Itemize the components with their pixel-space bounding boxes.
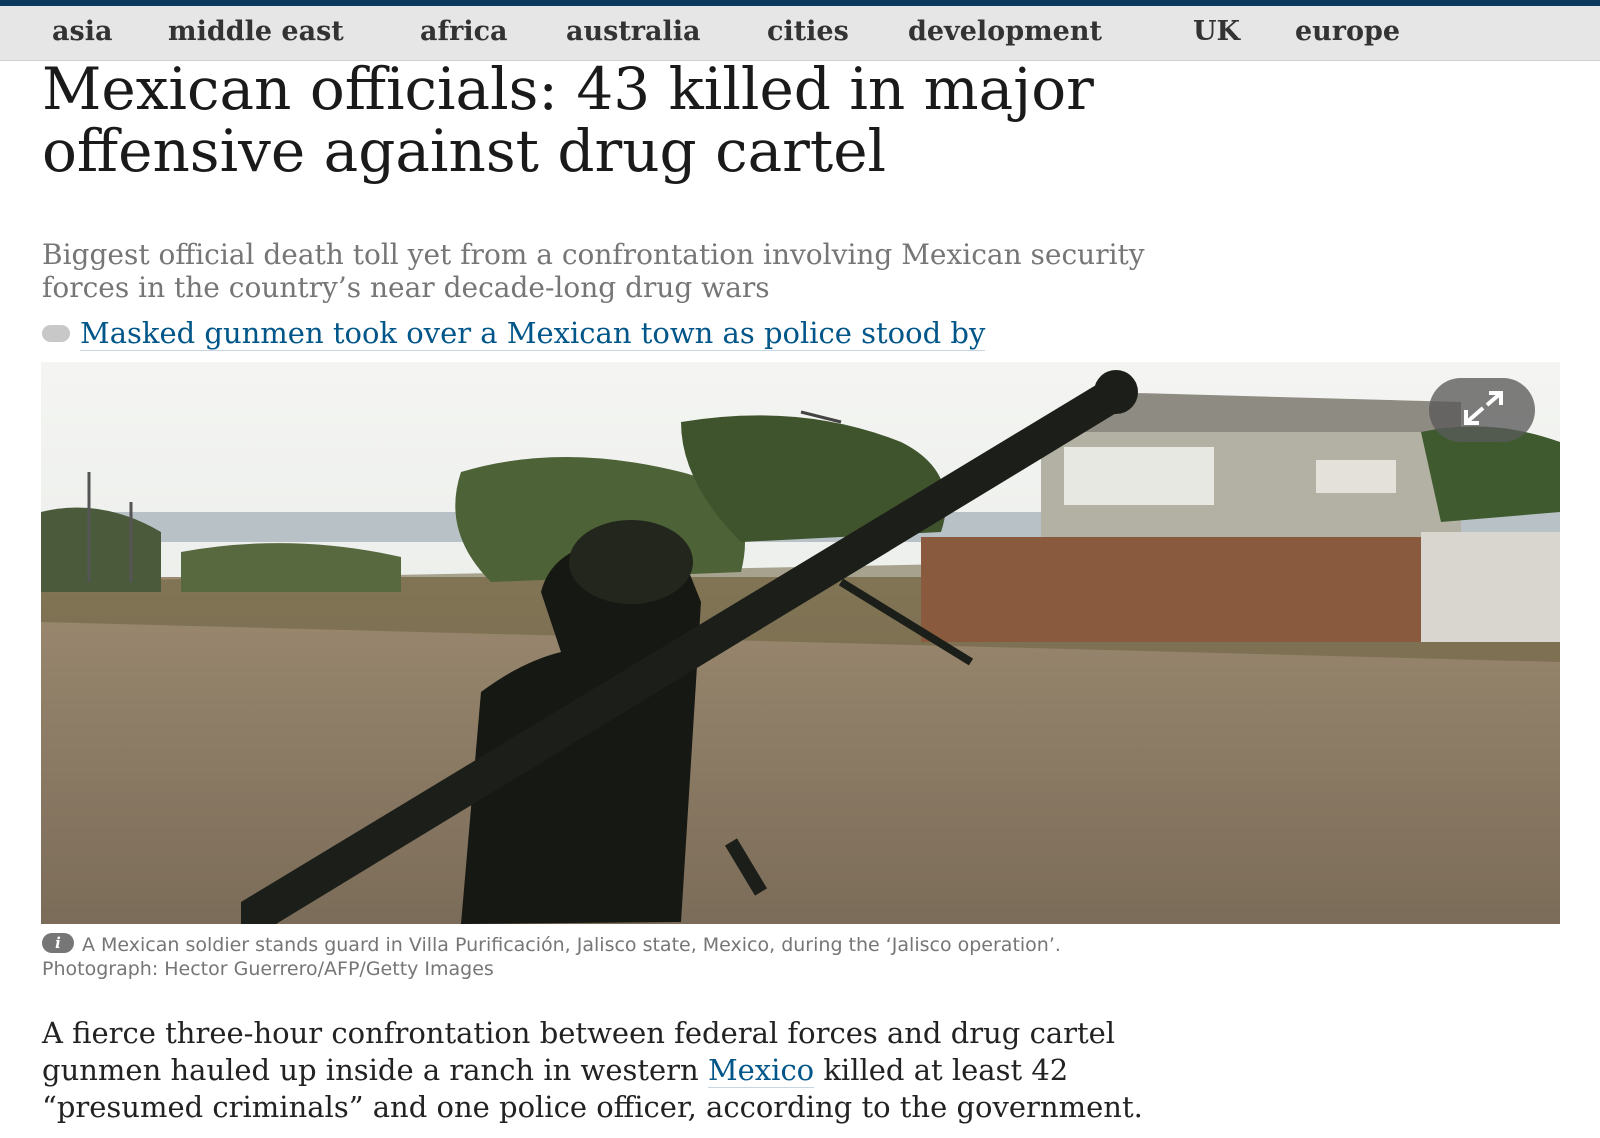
- headline-line-2: offensive against drug cartel: [42, 117, 887, 185]
- photo-credit: Photograph: Hector Guerrero/AFP/Getty Im…: [42, 958, 494, 980]
- standfirst-line-2: forces in the country’s near decade-long…: [42, 271, 770, 304]
- nav-item-europe[interactable]: europe: [1295, 16, 1400, 47]
- standfirst-line-1: Biggest official death toll yet from a c…: [42, 238, 1145, 271]
- article-headline: Mexican officials: 43 killed in major of…: [42, 58, 1542, 182]
- article-main-photo[interactable]: [41, 362, 1560, 924]
- nav-item-asia[interactable]: asia: [52, 16, 112, 47]
- body-line-3: “presumed criminals” and one police offi…: [42, 1090, 1143, 1124]
- nav-item-uk[interactable]: UK: [1193, 16, 1240, 47]
- article-body-paragraph: A fierce three-hour confrontation betwee…: [42, 1015, 1562, 1126]
- bullet-icon: [42, 324, 70, 342]
- related-story-link[interactable]: Masked gunmen took over a Mexican town a…: [80, 316, 986, 351]
- section-nav: asia middle east africa australia cities…: [0, 6, 1600, 61]
- photo-caption: i A Mexican soldier stands guard in Villa…: [42, 933, 1562, 981]
- mexico-link[interactable]: Mexico: [707, 1053, 815, 1088]
- caption-text: A Mexican soldier stands guard in Villa …: [82, 934, 1061, 956]
- nav-item-development[interactable]: development: [908, 16, 1102, 47]
- nav-item-middle-east[interactable]: middle east: [168, 16, 344, 47]
- body-line-1: A fierce three-hour confrontation betwee…: [42, 1016, 1116, 1050]
- expand-icon: [1464, 391, 1503, 425]
- nav-item-africa[interactable]: africa: [420, 16, 508, 47]
- info-icon[interactable]: i: [42, 933, 74, 953]
- body-line-2-start: gunmen hauled up inside a ranch in weste…: [42, 1053, 708, 1087]
- nav-item-cities[interactable]: cities: [767, 16, 849, 47]
- expand-image-button[interactable]: [1429, 378, 1535, 442]
- article-standfirst: Biggest official death toll yet from a c…: [42, 238, 1572, 304]
- related-story: Masked gunmen took over a Mexican town a…: [42, 316, 1542, 356]
- body-line-2-end: killed at least 42: [814, 1053, 1069, 1087]
- headline-line-1: Mexican officials: 43 killed in major: [42, 55, 1094, 123]
- nav-item-australia[interactable]: australia: [566, 16, 701, 47]
